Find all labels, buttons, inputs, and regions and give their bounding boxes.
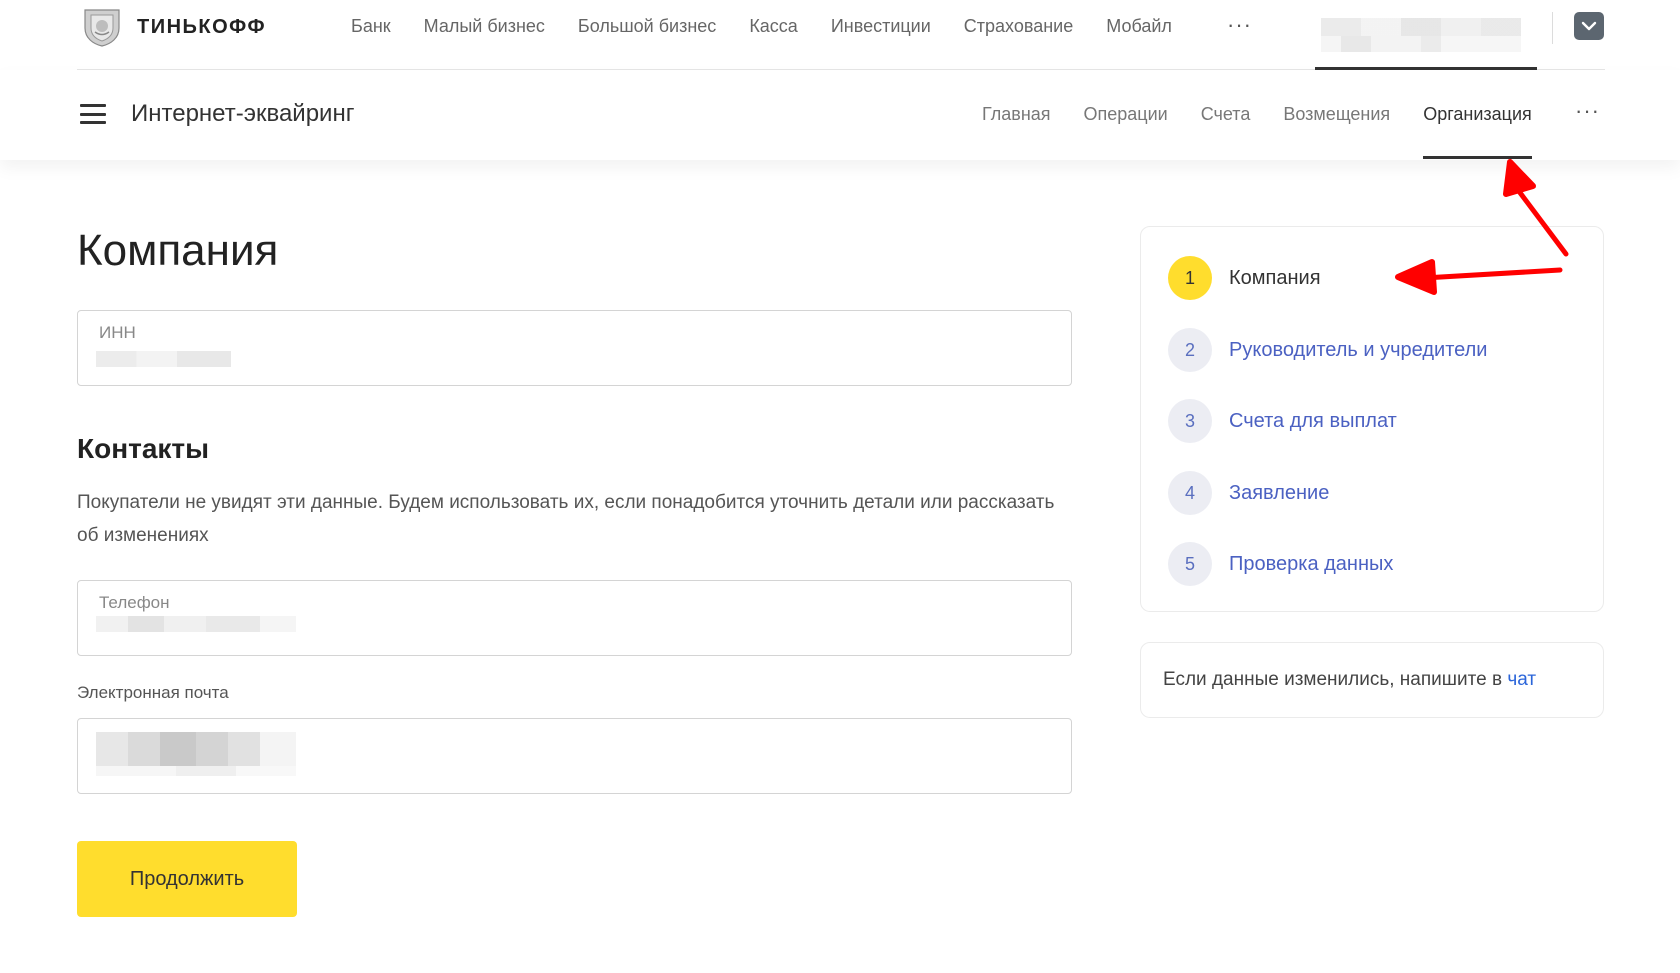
- email-field[interactable]: [77, 718, 1072, 794]
- topnav-more-button[interactable]: ···: [1227, 12, 1252, 38]
- step-number: 3: [1168, 399, 1212, 443]
- tab-organization[interactable]: Организация: [1423, 104, 1532, 159]
- step-data-check[interactable]: 5 Проверка данных: [1168, 542, 1393, 586]
- chat-hint-card: Если данные изменились, напишите в чат: [1140, 642, 1604, 718]
- topnav-item-small-business[interactable]: Малый бизнес: [424, 16, 545, 37]
- topnav-item-bank[interactable]: Банк: [351, 16, 391, 37]
- email-value-redacted: [96, 732, 296, 766]
- hamburger-menu-icon[interactable]: [80, 104, 106, 124]
- steps-card: 1 Компания 2 Руководитель и учредители 3…: [1140, 226, 1604, 612]
- top-bank-bar: ТИНЬКОФФ Банк Малый бизнес Большой бизне…: [77, 0, 1605, 70]
- tab-accounts[interactable]: Счета: [1201, 104, 1251, 125]
- step-number: 5: [1168, 542, 1212, 586]
- topbar-divider: [1552, 12, 1553, 44]
- step-payout-accounts[interactable]: 3 Счета для выплат: [1168, 399, 1397, 443]
- chevron-down-icon: [1581, 21, 1597, 31]
- page-title: Компания: [77, 226, 279, 275]
- topnav-item-kassa[interactable]: Касса: [749, 16, 798, 37]
- topnav-item-insurance[interactable]: Страхование: [964, 16, 1073, 37]
- tinkoff-logo[interactable]: ТИНЬКОФФ: [77, 6, 266, 48]
- contacts-section-title: Контакты: [77, 433, 210, 464]
- topnav-item-big-business[interactable]: Большой бизнес: [578, 16, 716, 37]
- contacts-description: Покупатели не увидят эти данные. Будем и…: [77, 492, 1055, 546]
- product-more-button[interactable]: ···: [1575, 98, 1600, 124]
- phone-field[interactable]: Телефон: [77, 580, 1072, 656]
- email-field-label: Электронная почта: [77, 683, 229, 702]
- inn-field-label: ИНН: [99, 323, 136, 342]
- step-number: 2: [1168, 328, 1212, 372]
- inn-value-redacted: [96, 351, 231, 367]
- step-company[interactable]: 1 Компания: [1168, 256, 1321, 300]
- step-application[interactable]: 4 Заявление: [1168, 471, 1329, 515]
- inn-field[interactable]: ИНН: [77, 310, 1072, 386]
- step-label: Счета для выплат: [1229, 409, 1397, 432]
- product-navigation: Главная Операции Счета Возмещения Органи…: [982, 104, 1565, 159]
- account-subtitle-redacted: [1321, 36, 1521, 52]
- step-label: Заявление: [1229, 481, 1330, 504]
- product-title: Интернет-эквайринг: [131, 100, 355, 127]
- continue-button[interactable]: Продолжить: [77, 841, 297, 917]
- topnav-item-investments[interactable]: Инвестиции: [831, 16, 931, 37]
- topnav-item-mobile[interactable]: Мобайл: [1106, 16, 1172, 37]
- top-navigation: Банк Малый бизнес Большой бизнес Касса И…: [351, 16, 1205, 37]
- email-value-redacted-shadow: [96, 766, 296, 776]
- step-label: Руководитель и учредители: [1229, 338, 1488, 361]
- chat-link[interactable]: чат: [1507, 669, 1536, 690]
- brand-name: ТИНЬКОФФ: [137, 15, 267, 38]
- product-bar: Интернет-эквайринг Главная Операции Счет…: [0, 70, 1680, 160]
- tinkoff-emblem-icon: [84, 9, 120, 47]
- chat-hint-text: Если данные изменились, напишите в чат: [1163, 669, 1536, 691]
- phone-value-redacted: [96, 616, 296, 632]
- step-director-founders[interactable]: 2 Руководитель и учредители: [1168, 328, 1487, 372]
- step-label: Проверка данных: [1229, 552, 1394, 575]
- tab-refunds[interactable]: Возмещения: [1283, 104, 1390, 125]
- account-dropdown-button[interactable]: [1574, 12, 1604, 40]
- phone-field-label: Телефон: [99, 593, 170, 612]
- step-label: Компания: [1229, 266, 1321, 289]
- tab-operations[interactable]: Операции: [1084, 104, 1168, 125]
- tab-main[interactable]: Главная: [982, 104, 1051, 125]
- continue-button-label: Продолжить: [129, 867, 245, 890]
- step-number: 4: [1168, 471, 1212, 515]
- chat-hint-label: Если данные изменились, напишите в: [1163, 669, 1503, 690]
- step-number: 1: [1168, 256, 1212, 300]
